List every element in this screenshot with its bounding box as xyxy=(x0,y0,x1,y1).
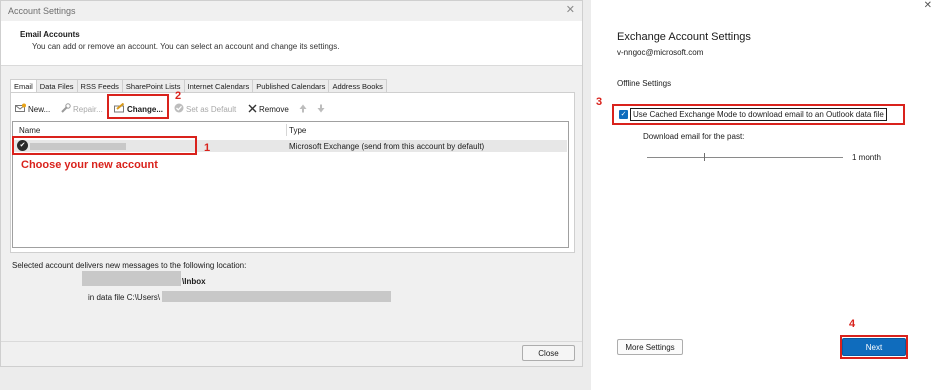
step-3-label: 3 xyxy=(596,96,603,108)
delivery-location-label: Selected account delivers new messages t… xyxy=(12,261,247,270)
arrow-down-icon xyxy=(317,104,325,115)
email-accounts-description: You can add or remove an account. You ca… xyxy=(32,42,340,51)
redacted-mailbox-name xyxy=(82,271,181,286)
slider-thumb[interactable] xyxy=(704,153,705,161)
step-1-label: 1 xyxy=(204,142,211,154)
remove-x-icon xyxy=(248,104,257,115)
new-account-icon xyxy=(15,103,26,115)
download-email-label: Download email for the past: xyxy=(643,132,745,141)
redacted-data-file-path xyxy=(162,291,391,302)
column-separator[interactable] xyxy=(286,124,287,136)
arrow-up-icon xyxy=(299,104,307,115)
tab-address-books[interactable]: Address Books xyxy=(328,79,387,92)
inbox-folder-label: \Inbox xyxy=(182,277,206,286)
dialog-title: Account Settings xyxy=(8,6,76,16)
data-file-path-label: in data file C:\Users\ xyxy=(88,293,161,302)
exchange-account-settings-panel: ✕ Exchange Account Settings v-nngoc@micr… xyxy=(591,0,936,390)
tab-rss-feeds[interactable]: RSS Feeds xyxy=(76,79,123,92)
column-header-name[interactable]: Name xyxy=(19,126,40,135)
callout-next-box xyxy=(840,335,908,359)
callout-account-box xyxy=(12,136,197,155)
move-down-button[interactable] xyxy=(317,102,327,116)
move-up-button[interactable] xyxy=(299,102,309,116)
set-as-default-label: Set as Default xyxy=(186,104,237,114)
tab-internet-calendars[interactable]: Internet Calendars xyxy=(183,79,254,92)
default-check-icon xyxy=(174,103,184,115)
set-as-default-button[interactable]: Set as Default xyxy=(174,102,236,116)
footer-divider xyxy=(1,341,582,342)
account-email: v-nngoc@microsoft.com xyxy=(617,48,704,57)
dialog-close-icon[interactable]: ✕ xyxy=(566,3,575,16)
new-button-label: New... xyxy=(28,104,51,114)
new-button[interactable]: New... xyxy=(15,102,50,116)
column-header-type[interactable]: Type xyxy=(289,126,306,135)
account-settings-dialog: Account Settings ✕ Email Accounts You ca… xyxy=(0,0,583,367)
tab-published-calendars[interactable]: Published Calendars xyxy=(252,79,330,92)
callout-cached-mode-box xyxy=(612,104,905,125)
download-period-slider[interactable] xyxy=(647,157,843,158)
repair-button[interactable]: Repair... xyxy=(61,102,103,116)
offline-settings-heading: Offline Settings xyxy=(617,79,672,88)
remove-button[interactable]: Remove xyxy=(248,102,289,116)
callout-change-box xyxy=(107,94,169,119)
wrench-icon xyxy=(61,103,71,115)
slider-value: 1 month xyxy=(852,153,881,162)
step-2-label: 2 xyxy=(175,90,182,102)
email-accounts-heading: Email Accounts xyxy=(20,30,80,39)
more-settings-button[interactable]: More Settings xyxy=(617,339,683,355)
dialog-header: Email Accounts You can add or remove an … xyxy=(1,21,582,66)
close-button[interactable]: Close xyxy=(522,345,575,361)
choose-account-annotation: Choose your new account xyxy=(21,159,158,171)
panel-close-icon[interactable]: ✕ xyxy=(924,0,932,11)
step-4-label: 4 xyxy=(849,318,856,330)
tab-email[interactable]: Email xyxy=(10,79,37,93)
panel-title: Exchange Account Settings xyxy=(617,31,751,43)
remove-button-label: Remove xyxy=(259,104,289,114)
account-type-cell: Microsoft Exchange (send from this accou… xyxy=(289,142,485,151)
tab-bar: Email Data Files RSS Feeds SharePoint Li… xyxy=(10,79,387,93)
tab-data-files[interactable]: Data Files xyxy=(35,79,78,92)
repair-button-label: Repair... xyxy=(73,104,103,114)
